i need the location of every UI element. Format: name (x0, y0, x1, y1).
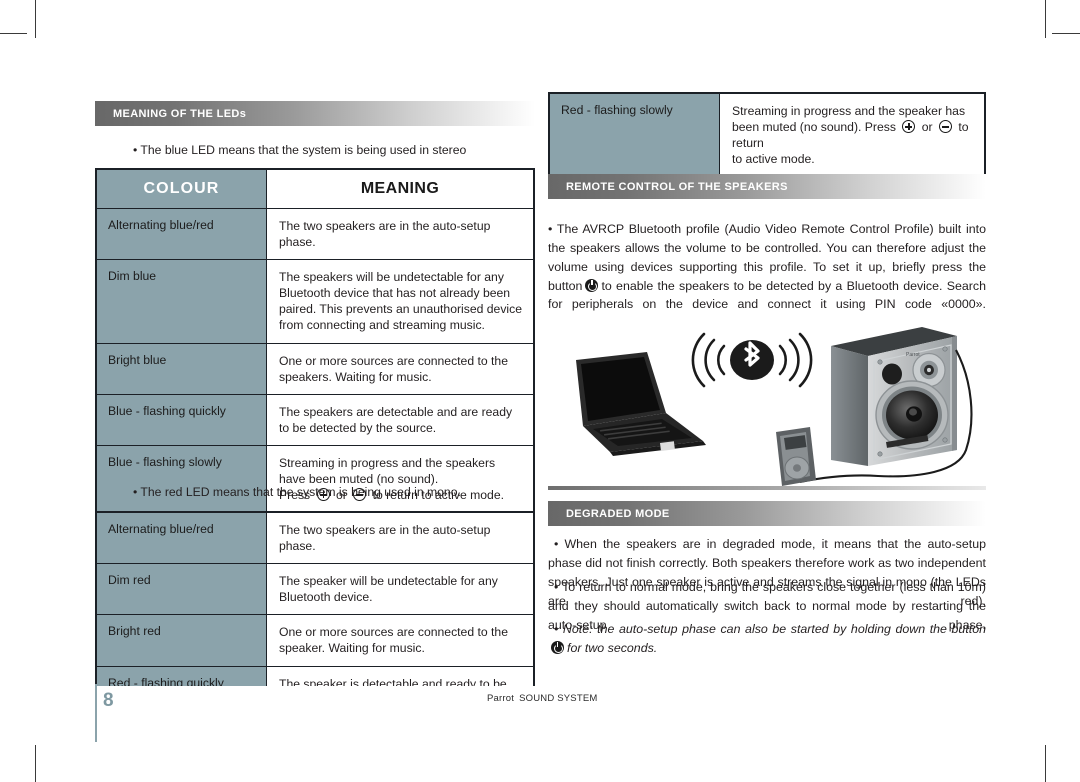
paragraph-remote-control: • The AVRCP Bluetooth profile (Audio Vid… (548, 220, 986, 314)
table-row: Blue - flashing slowly Streaming in prog… (96, 444, 534, 514)
table-row: Alternating blue/red The two speakers ar… (96, 512, 534, 565)
table-header-meaning: MEANING (266, 169, 534, 209)
footer-left-rule (95, 684, 97, 742)
document-page: MEANING OF THE LEDs • The blue LED means… (0, 0, 1080, 782)
footer-brand: Parrot SOUND SYSTEM (487, 693, 598, 704)
or-label: or (921, 120, 933, 135)
section-bar-degraded-mode: DEGRADED MODE (548, 501, 986, 526)
cell-meaning: The speaker will be undetectable for any… (266, 563, 534, 616)
cell-meaning-text: One or more sources are connected to the… (279, 353, 508, 384)
cell-meaning: The two speakers are in the auto-setup p… (266, 512, 534, 565)
cell-colour: Blue - flashing quickly (96, 393, 267, 446)
pair-button-icon (551, 640, 564, 654)
cell-meaning: The speaker is detectable and ready to b… (266, 665, 534, 686)
table-row: Bright blue One or more sources are conn… (96, 342, 534, 395)
cell-meaning: The speakers are detectable and are read… (266, 393, 534, 446)
cell-meaning-text: Streaming in progress and the speaker ha… (732, 103, 974, 151)
mp3-player-icon (776, 427, 816, 486)
cell-colour: Alternating blue/red (96, 207, 267, 261)
crop-mark-bottom-right-vertical (1045, 745, 1046, 782)
speaker-icon: Parrot (831, 327, 957, 466)
cell-meaning: One or more sources are connected to the… (266, 614, 534, 667)
crop-mark-bottom-left-vertical (35, 745, 36, 782)
cell-meaning-text: One or more sources are connected to the… (279, 625, 508, 656)
cell-meaning-text: Streaming in progress and the speakers h… (279, 455, 496, 487)
cell-colour: Dim blue (96, 259, 267, 344)
footer-brand-parrot: Parrot (487, 693, 515, 704)
table-red-led: Alternating blue/red The two speakers ar… (95, 511, 535, 686)
cell-meaning-text: The speaker is detectable and ready to b… (279, 676, 507, 686)
cell-meaning-text: The two speakers are in the auto-setup p… (279, 219, 491, 250)
illustration-bluetooth-streaming: Parrot (548, 310, 986, 490)
bluetooth-icon (730, 340, 774, 380)
svg-text:Parrot: Parrot (906, 352, 920, 358)
cell-meaning: Streaming in progress and the speaker ha… (719, 92, 985, 178)
volume-plus-icon (902, 120, 916, 134)
cell-meaning-text: The speakers are detectable and are read… (279, 404, 513, 435)
paragraph-degraded-3: • Note: the auto-setup phase can also be… (548, 620, 986, 658)
section-title-remote-control: REMOTE CONTROL OF THE SPEAKERS (566, 180, 788, 193)
cell-meaning-text: The speaker will be undetectable for any… (279, 574, 498, 605)
cell-meaning: The speakers will be undetectable for an… (266, 259, 534, 344)
meaning-part-c: to active mode. (732, 152, 815, 167)
remote-paragraph-part-b: to enable the speakers to be detected by… (548, 278, 986, 312)
cell-colour: Red - flashing quickly (96, 665, 267, 686)
cell-meaning: Streaming in progress and the speakers h… (266, 444, 534, 514)
table-row: Dim blue The speakers will be undetectab… (96, 259, 534, 344)
table-row: Dim red The speaker will be undetectable… (96, 563, 534, 616)
bullet-blue-led-stereo: • The blue LED means that the system is … (133, 143, 467, 157)
degraded-note-part-b: for two seconds. (567, 640, 658, 655)
cell-meaning: One or more sources are connected to the… (266, 342, 534, 395)
cell-colour: Bright red (96, 614, 267, 667)
page-number: 8 (103, 690, 114, 711)
table-row-header: COLOUR MEANING (96, 169, 534, 209)
cell-colour: Red - flashing slowly (549, 92, 720, 178)
cell-meaning-text: The two speakers are in the auto-setup p… (279, 523, 491, 554)
table-row: Red - flashing quickly The speaker is de… (96, 665, 534, 686)
crop-mark-top-left-horizontal (0, 33, 27, 34)
volume-minus-icon (938, 120, 952, 134)
table-blue-led: COLOUR MEANING Alternating blue/red The … (95, 168, 535, 515)
table-row: Alternating blue/red The two speakers ar… (96, 207, 534, 261)
floor-line (548, 486, 986, 490)
table-header-colour: COLOUR (96, 169, 267, 209)
cell-colour: Alternating blue/red (96, 512, 267, 565)
pair-button-icon (585, 278, 599, 292)
signal-waves-right-icon (778, 332, 813, 388)
cell-meaning: The two speakers are in the auto-setup p… (266, 207, 534, 261)
table-row: Red - flashing slowly Streaming in progr… (549, 92, 985, 178)
crop-mark-top-right-vertical (1045, 0, 1046, 38)
degraded-note-part-a: • Note: the auto-setup phase can also be… (554, 622, 986, 636)
footer-brand-sound-system: SOUND SYSTEM (519, 693, 598, 704)
section-bar-meaning-of-leds: MEANING OF THE LEDs (95, 101, 535, 126)
table-row: Blue - flashing quickly The speakers are… (96, 393, 534, 446)
cell-colour: Dim red (96, 563, 267, 616)
illustration-svg: Parrot (548, 327, 986, 490)
crop-mark-top-right-horizontal (1052, 33, 1080, 34)
table-red-led-continued: Red - flashing slowly Streaming in progr… (548, 92, 986, 179)
bullet-red-led-mono: • The red LED means that the system is b… (133, 485, 461, 499)
cell-colour: Bright blue (96, 342, 267, 395)
laptop-icon (576, 352, 706, 456)
cell-colour: Blue - flashing slowly (96, 444, 267, 514)
table-row: Bright red One or more sources are conne… (96, 614, 534, 667)
section-title-leds: MEANING OF THE LEDs (113, 107, 247, 120)
signal-waves-left-icon (691, 332, 726, 388)
section-title-degraded-mode: DEGRADED MODE (566, 507, 670, 520)
crop-mark-top-left-vertical (35, 0, 36, 38)
cell-meaning-text: The speakers will be undetectable for an… (279, 270, 522, 333)
section-bar-remote-control: REMOTE CONTROL OF THE SPEAKERS (548, 174, 986, 199)
